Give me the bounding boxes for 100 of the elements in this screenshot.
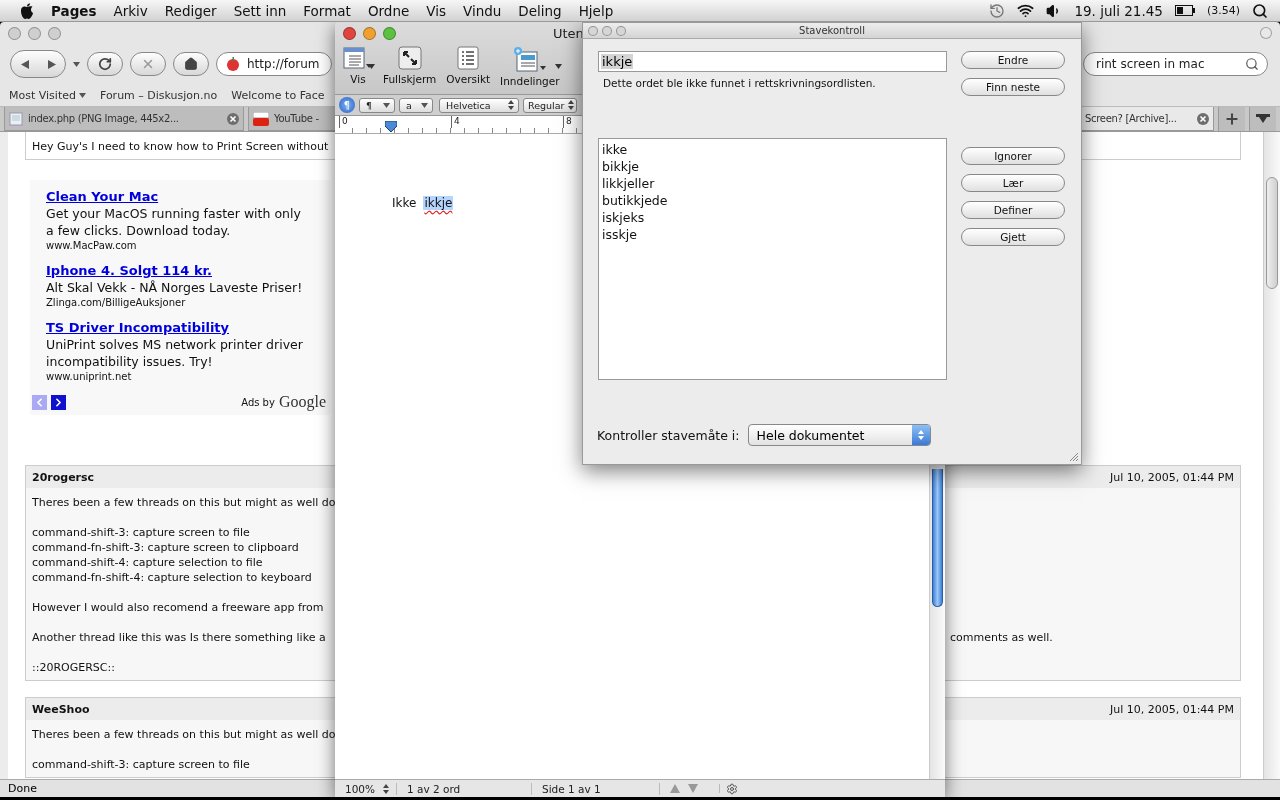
browser-tab[interactable]: index.php (PNG Image, 445x2...	[4, 107, 244, 131]
word-count: 1 av 2 ord	[397, 782, 532, 795]
down-icon[interactable]	[688, 784, 698, 793]
bookmark-link[interactable]: Most Visited	[9, 88, 86, 102]
post-text: command-fn-shift-4: capture selection to keyboard	[32, 570, 313, 585]
home-button[interactable]	[173, 52, 209, 76]
reload-button[interactable]	[87, 52, 123, 76]
document-word: Ikke	[391, 196, 418, 210]
stepper-icon	[917, 430, 924, 440]
window-button[interactable]	[48, 26, 61, 40]
clock[interactable]: 19. juli 21.45	[1074, 2, 1163, 19]
document-word: ikkje	[423, 196, 454, 210]
wifi-icon[interactable]	[1017, 2, 1035, 19]
font-popup[interactable]: Helvetica	[439, 97, 519, 113]
scrollbar[interactable]	[1263, 132, 1280, 779]
post-date: Jul 10, 2005, 01:44 PM	[1109, 702, 1234, 716]
dialog-button[interactable]: Lær	[961, 174, 1065, 192]
search-field[interactable]: rint screen in mac	[1083, 52, 1268, 76]
suggestion-item[interactable]: isskje	[599, 226, 946, 243]
new-tab-button[interactable]	[1218, 107, 1245, 131]
bookmark-link[interactable]: Forum – Diskusjon.no	[99, 88, 218, 102]
ad-text: Alt Skal Vekk - NÅ Norges Laveste Priser!	[46, 279, 304, 296]
address-field[interactable]: http://forum	[216, 52, 332, 76]
back-icon[interactable]	[19, 58, 30, 70]
character-style-popup[interactable]: a	[399, 97, 433, 113]
close-icon[interactable]	[1197, 112, 1209, 125]
ad-text: Get your MacOS running faster with only a few clicks. Download today.	[46, 205, 302, 239]
apple-icon[interactable]	[20, 2, 34, 19]
toolbar-toggle[interactable]	[1260, 27, 1272, 39]
post-text: However I would also recomend a freeware app from	[32, 600, 325, 615]
post-text: Theres been a few threads on this but might as well do	[32, 727, 337, 742]
post-date: Jul 10, 2005, 01:44 PM	[1109, 470, 1234, 484]
suggestion-item[interactable]: likkjeller	[599, 175, 946, 192]
suggestion-item[interactable]: bikkje	[599, 158, 946, 175]
scroll-thumb[interactable]	[1266, 177, 1278, 289]
up-icon[interactable]	[670, 784, 680, 793]
menu-item[interactable]: Pages	[51, 2, 97, 19]
menu-item[interactable]: Format	[303, 2, 351, 19]
image-icon	[9, 111, 23, 126]
post-text: command-fn-shift-3: capture screen to clipboard	[32, 540, 300, 555]
toolbar-button[interactable]: Inndelinger	[500, 46, 560, 87]
dialog-button[interactable]: Gjett	[961, 228, 1065, 246]
gear-icon[interactable]	[726, 782, 738, 795]
dialog-button[interactable]: Finn neste	[961, 78, 1065, 96]
toolbar-button[interactable]: Vis	[343, 46, 373, 85]
back-forward-button[interactable]	[10, 50, 66, 78]
menu-item[interactable]: Ordne	[367, 2, 410, 19]
menu-item[interactable]: Arkiv	[113, 2, 148, 19]
ad-link[interactable]: Iphone 4. Solgt 114 kr.	[46, 262, 312, 279]
battery-icon[interactable]	[1174, 5, 1195, 16]
close-icon[interactable]	[227, 112, 239, 125]
post-text: comments as well.	[950, 630, 1054, 645]
browser-tab[interactable]: Screen? [Archive]...	[1080, 107, 1214, 131]
window-button[interactable]	[602, 25, 612, 36]
spotlight-icon[interactable]	[1252, 2, 1268, 19]
search-icon	[1245, 57, 1259, 71]
word-field[interactable]: ikkje	[598, 51, 947, 72]
menu-item[interactable]: Hjelp	[578, 2, 614, 19]
menu-item[interactable]: Sett inn	[233, 2, 287, 19]
zoom-button[interactable]	[383, 26, 396, 40]
next-button[interactable]	[51, 394, 66, 410]
resize-grip[interactable]	[1069, 452, 1079, 462]
tab-list-button[interactable]	[1249, 107, 1276, 131]
window-button[interactable]	[588, 25, 598, 36]
stop-button[interactable]	[130, 52, 166, 76]
window-button[interactable]	[28, 26, 41, 40]
message-text: Dette ordet ble ikke funnet i rettskrivningsordlisten.	[603, 77, 877, 89]
list-icon	[456, 46, 481, 70]
typeface-popup[interactable]: Regular	[523, 97, 577, 113]
ad-url: www.MacPaw.com	[46, 239, 138, 252]
suggestion-list[interactable]: ikke bikkje likkjeller butikkjede iskjeks isskje	[598, 138, 947, 380]
suggestion-item[interactable]: iskjeks	[599, 209, 946, 226]
page-count: Side 1 av 1	[532, 782, 660, 795]
menu-item[interactable]: Vindu	[463, 2, 502, 19]
video-icon	[253, 111, 269, 126]
zoom-popup[interactable]: 100%	[335, 782, 397, 795]
bookmark-link[interactable]: Welcome to Face	[231, 88, 325, 102]
toolbar-button[interactable]: Fullskjerm	[383, 46, 437, 85]
dialog-button[interactable]: Endre	[961, 51, 1065, 69]
dialog-button[interactable]: Ignorer	[961, 147, 1065, 165]
battery-time[interactable]: (3.54)	[1206, 4, 1240, 17]
dialog-button[interactable]: Definer	[961, 201, 1065, 219]
window-button[interactable]	[8, 26, 21, 40]
time-machine-icon[interactable]	[989, 2, 1006, 19]
minimize-button[interactable]	[363, 26, 376, 40]
ad-link[interactable]: TS Driver Incompatibility	[46, 319, 312, 336]
forward-icon[interactable]	[46, 58, 57, 70]
menu-item[interactable]: Deling	[518, 2, 562, 19]
scroll-thumb[interactable]	[932, 469, 943, 607]
menu-item[interactable]: Vis	[426, 2, 446, 19]
close-button[interactable]	[343, 26, 356, 40]
ad-link[interactable]: Clean Your Mac	[46, 188, 312, 205]
suggestion-item[interactable]: ikke	[599, 141, 946, 158]
window-button[interactable]	[616, 25, 626, 36]
toolbar-button[interactable]: Oversikt	[446, 46, 491, 85]
menu-item[interactable]: Rediger	[164, 2, 217, 19]
ads-label: Ads by	[241, 396, 275, 408]
paragraph-style-popup[interactable]: ¶	[359, 97, 395, 113]
suggestion-item[interactable]: butikkjede	[599, 192, 946, 209]
scope-select[interactable]: Hele dokumentet	[747, 424, 931, 446]
